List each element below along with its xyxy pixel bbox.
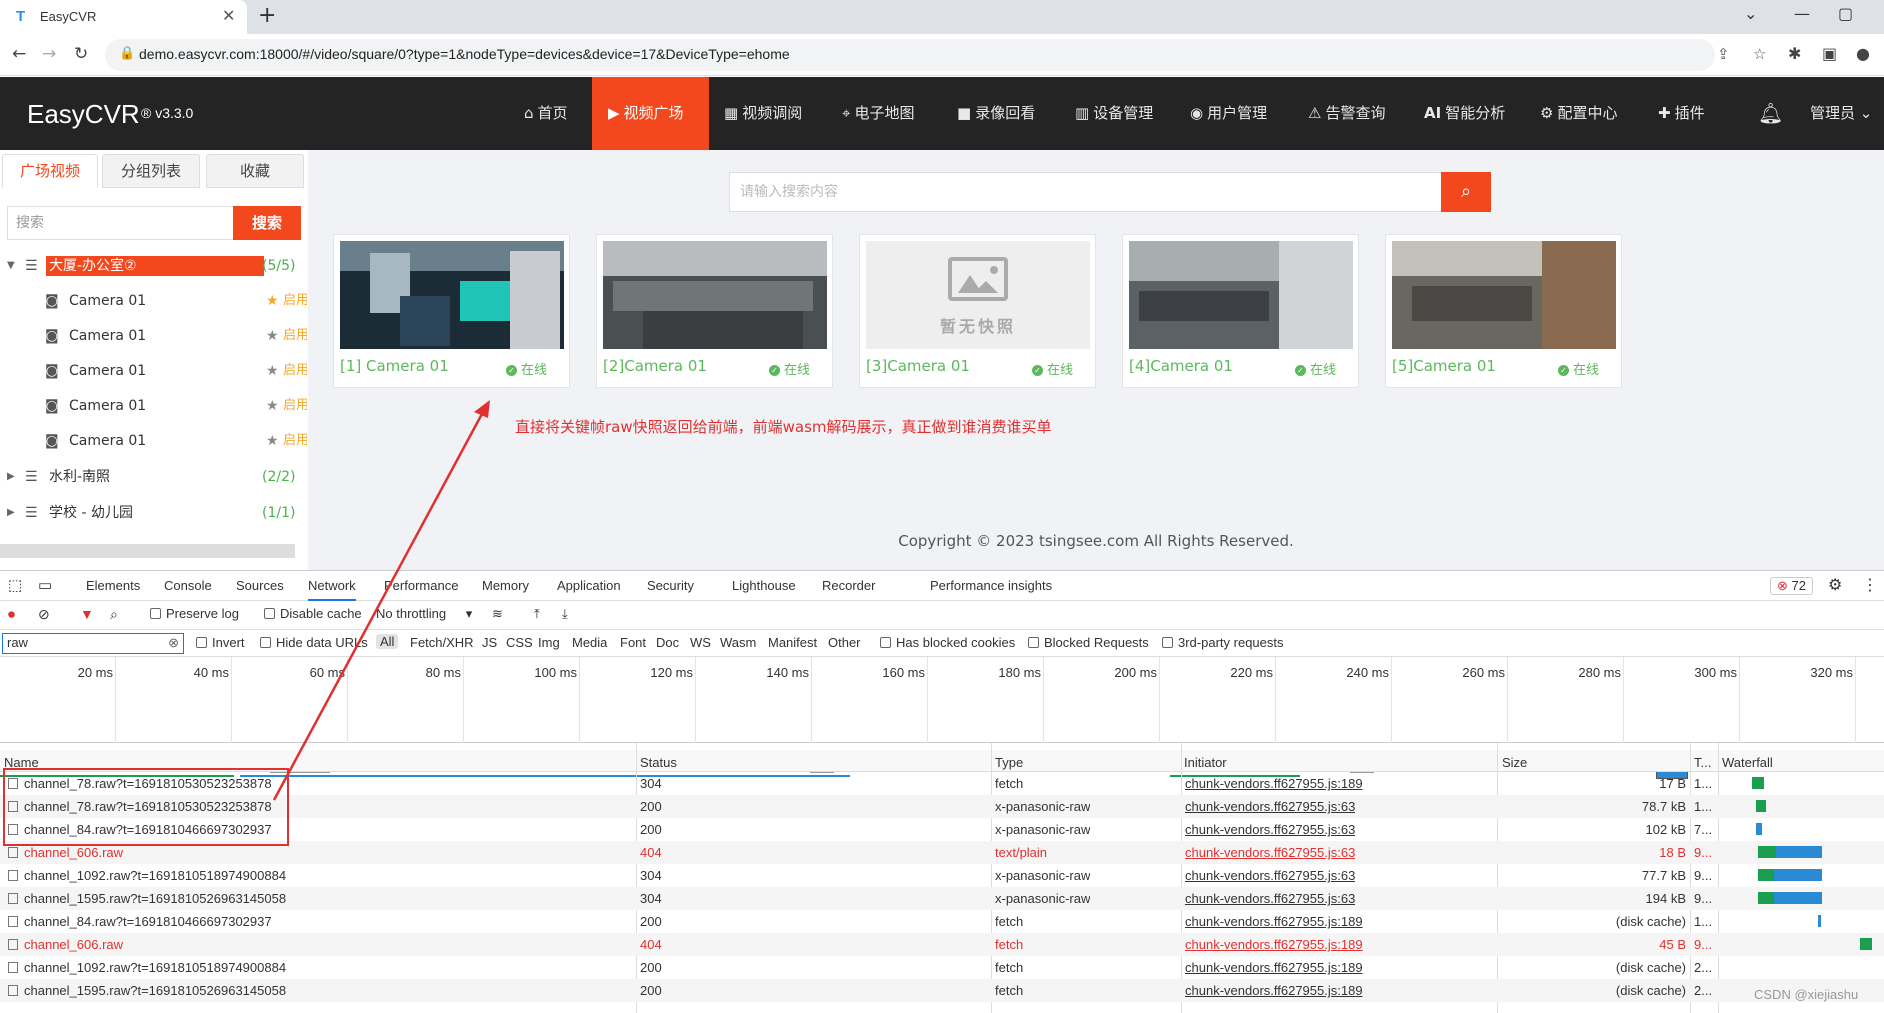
watermark: CSDN @xiejiashu: [1754, 987, 1859, 1002]
annotation-arrow: [272, 400, 490, 801]
